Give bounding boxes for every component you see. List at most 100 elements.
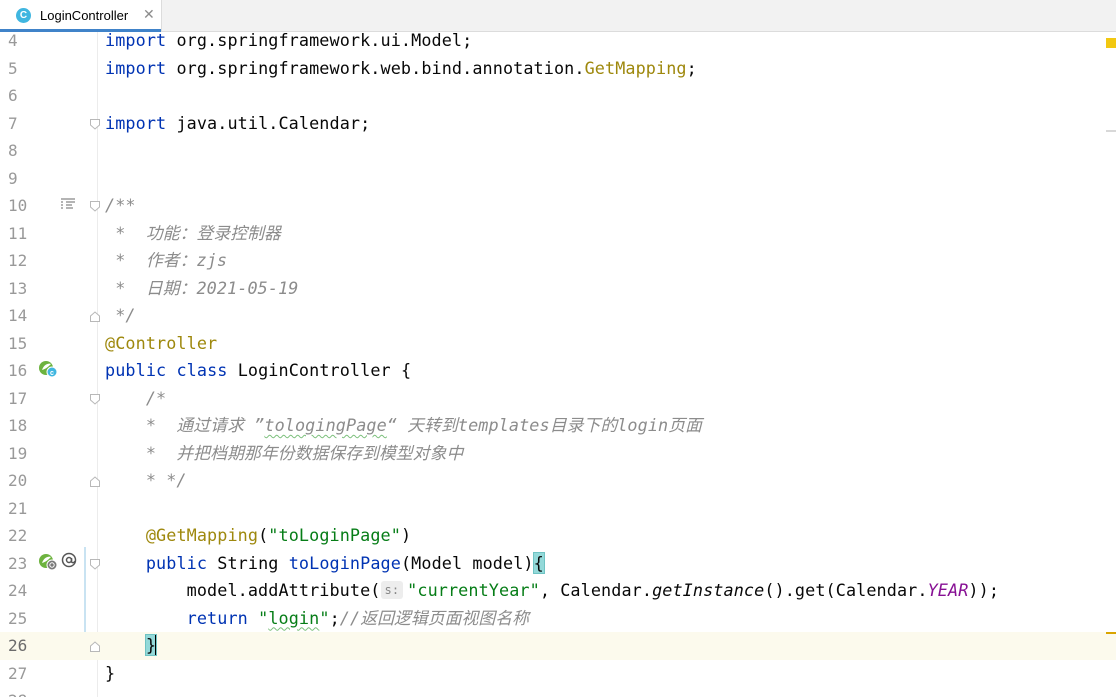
code-line-19[interactable]: 19 * 并把档期那年份数据保存到模型对象中 [0, 440, 1116, 468]
code-line-27[interactable]: 27} [0, 660, 1116, 688]
caret-position-marker[interactable] [1106, 632, 1116, 634]
spring-bean-icon[interactable]: c [38, 360, 58, 382]
code-token: * 通过请求 ” [105, 415, 265, 435]
fold-start-icon[interactable] [90, 558, 100, 570]
code-line-6[interactable]: 6 [0, 82, 1116, 110]
code-token: ( [258, 525, 269, 545]
code-line-10[interactable]: 10 /** [0, 192, 1116, 220]
code-token: java.util.Calendar; [166, 112, 371, 133]
code-token: @GetMapping [145, 525, 259, 545]
line-number: 27 [8, 663, 28, 683]
spring-web-mapping-icon[interactable] [38, 553, 58, 575]
code-token: import [105, 112, 167, 133]
code-token: “ 天转到templates目录下的login页面 [386, 415, 702, 435]
code-text: public String toLoginPage(Model model){ [105, 550, 545, 578]
line-number: 24 [8, 581, 28, 600]
code-text: } [105, 660, 115, 688]
line-number: 7 [8, 113, 18, 133]
code-token: " [319, 607, 330, 628]
code-line-23[interactable]: 23 public String toLoginPage(Model model… [0, 550, 1116, 578]
matched-brace: { [532, 551, 545, 574]
doc-comment-toggle-icon[interactable] [60, 196, 76, 215]
fold-end-icon[interactable] [90, 311, 100, 322]
code-token: YEAR [927, 580, 969, 600]
code-line-17[interactable]: 17 /* [0, 385, 1116, 413]
code-line-22[interactable]: 22 @GetMapping("toLoginPage") [0, 522, 1116, 550]
code-editor[interactable]: 4 import org.springframework.ui.Model; 5 im… [0, 32, 1116, 697]
code-token: " [258, 607, 269, 628]
code-text: @GetMapping("toLoginPage") [105, 522, 411, 550]
line-number: 13 [8, 278, 28, 298]
fold-start-icon[interactable] [90, 118, 100, 130]
code-token: "toLoginPage" [268, 525, 401, 545]
code-token: * */ [105, 470, 187, 490]
code-line-20[interactable]: 20 * */ [0, 467, 1116, 495]
code-text: model.addAttribute(s: "currentYear", Cale… [105, 577, 999, 605]
code-token: * 日期：2021-05-19 [105, 277, 299, 298]
code-line-26[interactable]: 26 } [0, 632, 1116, 660]
code-text: import org.springframework.ui.Model; [105, 32, 472, 55]
code-line-8[interactable]: 8 [0, 137, 1116, 165]
code-token: tologingPage [264, 415, 387, 435]
code-token: , Calendar. [539, 580, 653, 600]
code-line-13[interactable]: 13 * 日期：2021-05-19 [0, 275, 1116, 303]
code-text: /* [105, 385, 166, 413]
line-number: 25 [8, 608, 28, 628]
code-line-7[interactable]: 7 import java.util.Calendar; [0, 110, 1116, 138]
code-line-28[interactable]: 28 [0, 687, 1116, 697]
line-number: 9 [8, 168, 18, 188]
fold-end-icon[interactable] [90, 476, 100, 487]
code-line-12[interactable]: 12 * 作者：zjs [0, 247, 1116, 275]
code-text: return "login";//返回逻辑页面视图名称 [105, 605, 529, 633]
code-line-24[interactable]: 24 model.addAttribute(s: "currentYear", C… [0, 577, 1116, 605]
line-number: 22 [8, 526, 28, 545]
code-line-21[interactable]: 21 [0, 495, 1116, 523]
line-number: 14 [8, 306, 28, 325]
fold-start-icon[interactable] [90, 201, 100, 212]
close-icon[interactable]: ✕ [143, 6, 155, 23]
code-line-15[interactable]: 15 @Controller [0, 330, 1116, 358]
line-number: 20 [8, 471, 28, 490]
error-stripe-marker[interactable] [1106, 38, 1116, 48]
code-line-9[interactable]: 9 [0, 165, 1116, 193]
code-line-18[interactable]: 18 * 通过请求 ”tologingPage“ 天转到templates目录下… [0, 412, 1116, 440]
code-token: @Controller [105, 332, 218, 353]
code-line-5[interactable]: 5 import org.springframework.web.bind.ann… [0, 55, 1116, 83]
code-text: public class LoginController { [105, 357, 411, 385]
line-number: 8 [8, 141, 18, 160]
code-line-16[interactable]: 16 public class LoginController { [0, 357, 1116, 385]
editor-tab-bar: C LoginController ✕ [0, 0, 1116, 32]
code-line-14[interactable]: 14 */ [0, 302, 1116, 330]
code-token: "currentYear" [407, 580, 540, 600]
line-number: 11 [8, 223, 28, 243]
code-text: } [105, 632, 158, 660]
code-text: @Controller [105, 330, 217, 358]
line-number: 18 [8, 416, 28, 435]
code-token: ; [686, 57, 697, 78]
tab-login-controller[interactable]: C LoginController ✕ [0, 0, 162, 32]
line-number: 26 [8, 636, 28, 655]
code-token: /** [105, 195, 136, 215]
text-caret [155, 635, 158, 655]
line-number: 12 [8, 251, 28, 270]
code-token: public [145, 552, 208, 573]
request-mapping-at-icon[interactable] [61, 552, 77, 572]
code-token: import [105, 57, 167, 78]
code-token: )); [968, 580, 1000, 600]
code-token: model.addAttribute( [105, 580, 381, 600]
code-line-25[interactable]: 25 return "login";//返回逻辑页面视图名称 [0, 605, 1116, 633]
code-token: * 作者：zjs [105, 250, 228, 270]
code-token: * 并把档期那年份数据保存到模型对象中 [105, 442, 464, 463]
code-line-4[interactable]: 4 import org.springframework.ui.Model; [0, 32, 1116, 55]
line-number: 5 [8, 58, 18, 78]
fold-start-icon[interactable] [90, 393, 100, 405]
code-text: * 通过请求 ”tologingPage“ 天转到templates目录下的lo… [105, 412, 702, 440]
line-number: 16 [8, 361, 28, 380]
code-token: login [268, 607, 320, 628]
error-stripe-marker-2[interactable] [1106, 130, 1116, 132]
fold-end-icon[interactable] [90, 641, 100, 652]
code-line-11[interactable]: 11 * 功能：登录控制器 [0, 220, 1116, 248]
